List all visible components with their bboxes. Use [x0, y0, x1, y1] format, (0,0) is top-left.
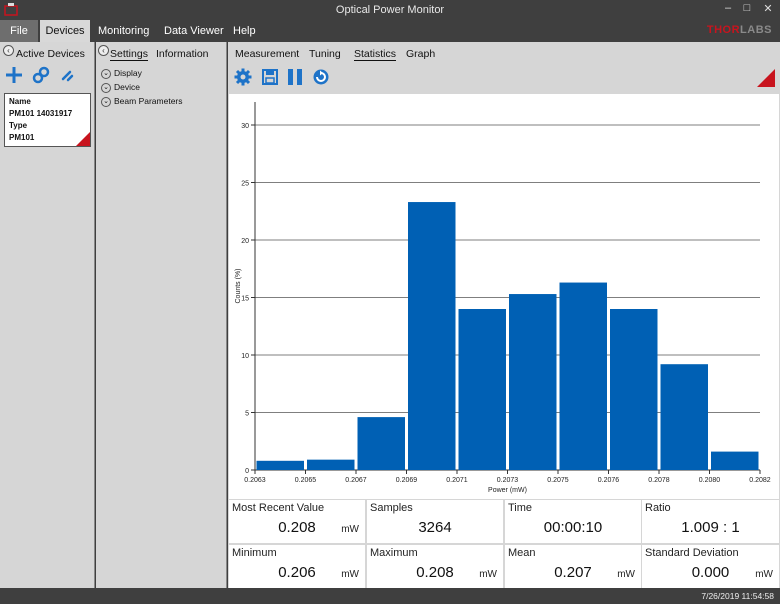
histogram-bar: [559, 282, 607, 470]
stat-standard-deviation: Standard Deviation 0.000 mW: [642, 545, 779, 588]
stat-samples: Samples 3264: [367, 500, 503, 543]
x-tick-label: 0.2063: [244, 477, 266, 484]
y-tick-label: 5: [245, 411, 249, 418]
menu-devices[interactable]: Devices: [40, 20, 90, 42]
x-tick-label: 0.2082: [749, 477, 771, 484]
tab-statistics[interactable]: Statistics: [354, 48, 397, 61]
settings-gear-icon[interactable]: [234, 68, 252, 86]
x-tick-label: 0.2078: [648, 477, 670, 484]
device-name-value: PM101 14031917: [9, 109, 73, 118]
collapse-mid-icon[interactable]: ‹: [98, 45, 109, 56]
device-status-flag-icon: [757, 69, 775, 87]
y-tick-label: 0: [245, 468, 249, 475]
menu-help[interactable]: Help: [225, 20, 264, 42]
tree-item-display[interactable]: ⌄ Display: [101, 67, 142, 79]
device-card[interactable]: Name PM101 14031917 Type PM101: [4, 93, 91, 147]
expand-icon: ⌄: [101, 68, 111, 79]
thorlabs-logo: THORLABS: [706, 24, 772, 36]
histogram-svg: 0 5 10 15 20 25 30 0.2063 0.2065 0.2067 0.2069 0.20…: [235, 102, 771, 494]
y-axis-label: Counts (%): [235, 268, 242, 303]
active-devices-header: Active Devices: [16, 48, 85, 60]
tab-settings[interactable]: Settings: [110, 48, 148, 61]
stat-mean: Mean 0.207 mW: [505, 545, 641, 588]
x-tick-label: 0.2073: [497, 477, 519, 484]
close-button[interactable]: ✕: [761, 2, 775, 15]
stat-maximum: Maximum 0.208 mW: [367, 545, 503, 588]
y-tick-label: 25: [241, 181, 249, 188]
title-bar: Optical Power Monitor – □ ✕: [0, 0, 780, 20]
tree-item-device[interactable]: ⌄ Device: [101, 81, 140, 93]
histogram-bar: [660, 364, 708, 470]
minimize-button[interactable]: –: [721, 2, 735, 14]
link-icon[interactable]: [59, 66, 77, 84]
add-icon[interactable]: [5, 66, 23, 84]
statistics-grid: Most Recent Value 0.208 mW Samples 3264 Tim…: [229, 500, 779, 588]
pause-icon[interactable]: [286, 68, 304, 86]
tree-item-beam-parameters[interactable]: ⌄ Beam Parameters: [101, 95, 183, 107]
histogram-bar: [256, 460, 304, 470]
x-tick-label: 0.2067: [345, 477, 367, 484]
x-tick-label: 0.2080: [699, 477, 721, 484]
tab-measurement[interactable]: Measurement: [235, 48, 299, 60]
histogram-bar: [610, 309, 658, 470]
x-tick-label: 0.2065: [295, 477, 317, 484]
y-tick-label: 10: [241, 353, 249, 360]
histogram-bar: [357, 417, 405, 470]
y-tick-label: 15: [241, 296, 249, 303]
tab-graph[interactable]: Graph: [406, 48, 435, 60]
collapse-left-icon[interactable]: ‹: [3, 45, 14, 56]
histogram-bar: [458, 309, 506, 470]
tab-information[interactable]: Information: [156, 48, 209, 60]
status-datetime: 7/26/2019 11:54:58: [701, 591, 774, 601]
histogram-bar: [307, 459, 355, 470]
reset-icon[interactable]: [312, 68, 330, 86]
save-icon[interactable]: [261, 68, 279, 86]
device-type-value: PM101: [9, 133, 35, 142]
x-axis-label: Power (mW): [488, 487, 527, 494]
maximize-button[interactable]: □: [740, 2, 754, 14]
menu-file[interactable]: File: [0, 20, 38, 42]
active-devices-panel: ‹ Active Devices Name PM101 14031917 Typ…: [0, 42, 95, 588]
histogram-bar: [408, 202, 456, 471]
menu-bar: File Devices Monitoring Data Viewer Help: [0, 20, 780, 42]
status-bar: 7/26/2019 11:54:58: [0, 588, 780, 604]
menu-data-viewer[interactable]: Data Viewer: [156, 20, 232, 42]
expand-icon: ⌄: [101, 82, 111, 93]
device-flag-icon: [76, 132, 90, 146]
y-tick-label: 20: [241, 238, 249, 245]
x-tick-label: 0.2075: [547, 477, 569, 484]
y-tick-label: 30: [241, 123, 249, 130]
histogram-bar: [711, 451, 759, 470]
histogram-chart: 0 5 10 15 20 25 30 0.2063 0.2065 0.2067 0.2069 0.20…: [229, 94, 779, 499]
x-tick-label: 0.2076: [598, 477, 620, 484]
histogram-bar: [509, 294, 557, 470]
settings-panel: ‹ Settings Information ⌄ Display ⌄ Device …: [96, 42, 227, 588]
connect-icon[interactable]: [32, 66, 50, 84]
stat-time: Time 00:00:10: [505, 500, 641, 543]
x-tick-label: 0.2071: [446, 477, 468, 484]
expand-icon: ⌄: [101, 96, 111, 107]
stat-most-recent-value: Most Recent Value 0.208 mW: [229, 500, 365, 543]
device-name-key: Name: [9, 97, 31, 106]
stat-minimum: Minimum 0.206 mW: [229, 545, 365, 588]
x-tick-label: 0.2069: [396, 477, 418, 484]
menu-monitoring[interactable]: Monitoring: [90, 20, 157, 42]
device-type-key: Type: [9, 121, 28, 130]
window-title: Optical Power Monitor: [335, 4, 445, 16]
stat-ratio: Ratio 1.009 : 1: [642, 500, 779, 543]
statistics-panel: Measurement Tuning Statistics Graph 0 5 10…: [228, 42, 780, 588]
tab-tuning[interactable]: Tuning: [309, 48, 341, 60]
